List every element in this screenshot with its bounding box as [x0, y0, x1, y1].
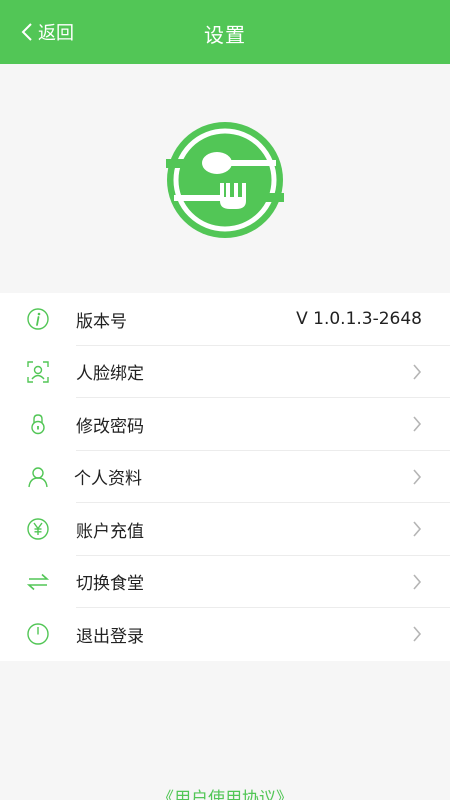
recharge-label: 账户充值: [76, 521, 144, 542]
face-binding-row[interactable]: 人脸绑定: [0, 346, 450, 398]
chevron-right-icon: [413, 626, 422, 642]
switch-arrows-icon: [26, 570, 50, 594]
version-value: V 1.0.1.3-2648: [296, 309, 422, 330]
profile-label: 个人资料: [74, 469, 142, 490]
chevron-right-icon: [413, 364, 422, 380]
lock-icon: [26, 412, 50, 436]
logout-label: 退出登录: [76, 626, 144, 647]
change-password-row[interactable]: 修改密码: [0, 398, 450, 451]
yen-icon: [26, 517, 50, 541]
logo-area: [0, 64, 450, 292]
chevron-right-icon: [413, 574, 422, 590]
version-label: 版本号: [76, 311, 127, 332]
settings-menu: 版本号 V 1.0.1.3-2648 人脸绑定 修改密码 个人资料 账户充值 切…: [0, 293, 450, 661]
version-row: 版本号 V 1.0.1.3-2648: [0, 293, 450, 346]
switch-canteen-row[interactable]: 切换食堂: [0, 556, 450, 608]
change-password-label: 修改密码: [76, 416, 144, 437]
switch-canteen-label: 切换食堂: [76, 574, 144, 595]
chevron-right-icon: [413, 416, 422, 432]
top-bar: 返回 设置: [0, 0, 450, 64]
app-logo: [166, 122, 284, 238]
power-icon: [26, 622, 50, 646]
chevron-right-icon: [413, 521, 422, 537]
logout-row[interactable]: 退出登录: [0, 608, 450, 661]
user-agreement-link[interactable]: 《用户使用协议》: [0, 784, 450, 800]
info-icon: [26, 307, 50, 331]
face-scan-icon: [26, 360, 50, 384]
profile-row[interactable]: 个人资料: [0, 451, 450, 503]
user-icon: [26, 465, 50, 489]
page-title: 设置: [204, 23, 246, 47]
recharge-row[interactable]: 账户充值: [0, 503, 450, 556]
face-binding-label: 人脸绑定: [76, 364, 144, 385]
chevron-right-icon: [413, 469, 422, 485]
